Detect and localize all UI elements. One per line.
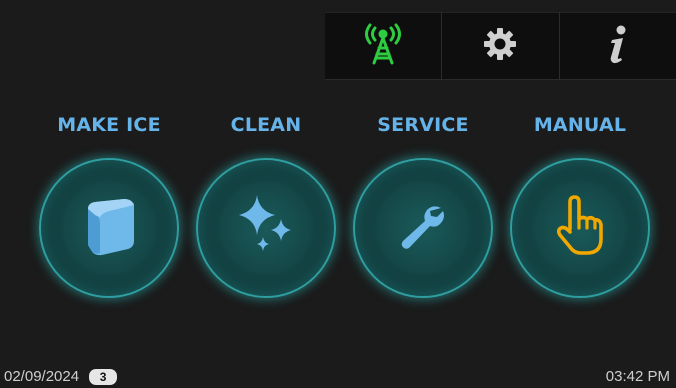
ice-cube-icon — [78, 195, 140, 261]
service-label: SERVICE — [377, 114, 469, 136]
wrench-icon — [397, 200, 449, 256]
manual-button[interactable] — [510, 158, 650, 298]
top-toolbar — [325, 12, 676, 80]
service-button[interactable] — [353, 158, 493, 298]
manual-label: MANUAL — [533, 114, 627, 136]
clean-button[interactable] — [196, 158, 336, 298]
connectivity-button[interactable] — [325, 12, 441, 80]
make-ice-label: MAKE ICE — [57, 114, 161, 136]
date-text: 02/09/2024 — [4, 368, 80, 385]
mode-make-ice: MAKE ICE — [29, 112, 189, 298]
hand-pointer-icon — [554, 195, 606, 261]
mode-service: SERVICE — [343, 112, 503, 298]
info-button[interactable] — [558, 12, 676, 80]
clean-label: CLEAN — [230, 114, 302, 136]
footer-date: 02/09/2024 3 — [4, 368, 118, 385]
clock-time: 03:42 PM — [605, 368, 670, 385]
notification-badge[interactable]: 3 — [89, 368, 118, 385]
mode-clean: CLEAN — [186, 112, 346, 298]
gear-icon — [483, 27, 517, 65]
antenna-icon — [363, 22, 403, 70]
sparkle-icon — [233, 193, 299, 263]
make-ice-button[interactable] — [39, 158, 179, 298]
settings-button[interactable] — [441, 12, 558, 80]
info-icon — [606, 24, 630, 68]
mode-manual: MANUAL — [500, 112, 660, 298]
